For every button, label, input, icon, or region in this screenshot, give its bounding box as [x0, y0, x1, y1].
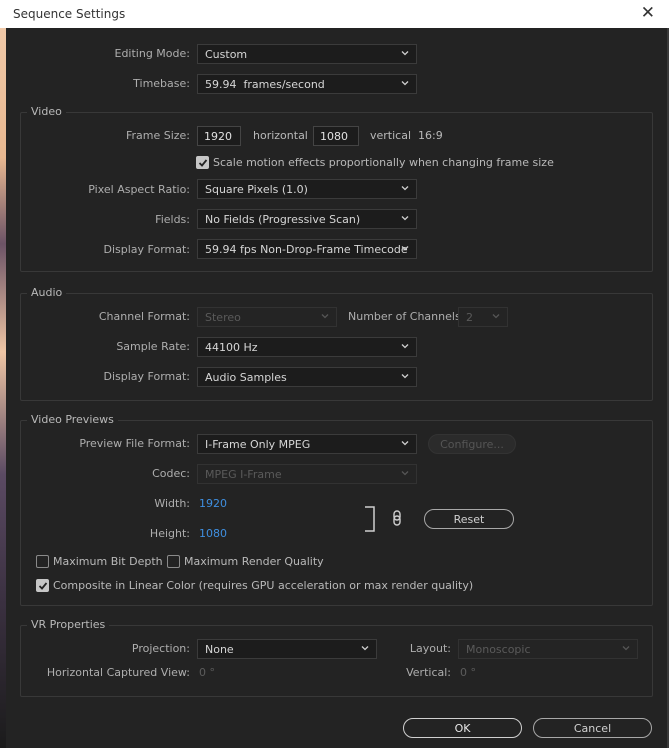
layout-dropdown[interactable]: Monoscopic: [458, 639, 638, 659]
chevron-down-icon: [492, 314, 500, 319]
par-dropdown[interactable]: Square Pixels (1.0): [197, 179, 417, 199]
timebase-value: 59.94 frames/second: [205, 78, 325, 91]
scale-motion-checkbox[interactable]: [196, 156, 209, 169]
chevron-down-icon: [401, 186, 409, 191]
timebase-dropdown[interactable]: 59.94 frames/second: [197, 74, 417, 94]
vr-properties-group-title: VR Properties: [27, 618, 110, 631]
preview-file-format-dropdown[interactable]: I-Frame Only MPEG: [197, 434, 417, 454]
channel-format-dropdown[interactable]: Stereo: [197, 307, 337, 327]
close-icon[interactable]: ✕: [641, 3, 655, 23]
chevron-down-icon: [401, 51, 409, 56]
channel-format-value: Stereo: [205, 311, 241, 324]
preview-file-format-label: Preview File Format:: [79, 437, 190, 450]
num-channels-dropdown[interactable]: 2: [458, 307, 508, 327]
vr-properties-group: [20, 625, 653, 697]
fields-label: Fields:: [155, 213, 190, 226]
codec-value: MPEG I-Frame: [205, 468, 282, 481]
video-previews-group-title: Video Previews: [27, 413, 118, 426]
preview-file-format-value: I-Frame Only MPEG: [205, 438, 311, 451]
editing-mode-dropdown[interactable]: Custom: [197, 44, 417, 64]
scale-motion-label: Scale motion effects proportionally when…: [213, 156, 554, 169]
max-render-quality-label: Maximum Render Quality: [184, 555, 324, 568]
video-display-format-label: Display Format:: [103, 243, 190, 256]
chevron-down-icon: [401, 246, 409, 251]
projection-value: None: [205, 643, 234, 656]
layout-value: Monoscopic: [466, 643, 531, 656]
chain-link-icon[interactable]: [392, 510, 402, 526]
video-group-title: Video: [27, 105, 66, 118]
video-display-format-value: 59.94 fps Non-Drop-Frame Timecode: [205, 243, 408, 256]
preview-width-label: Width:: [154, 497, 190, 510]
audio-display-format-dropdown[interactable]: Audio Samples: [197, 367, 417, 387]
link-bracket-icon: [365, 506, 375, 532]
vr-vertical-label: Vertical:: [406, 666, 451, 679]
audio-group-title: Audio: [27, 286, 67, 299]
chevron-down-icon: [401, 374, 409, 379]
preview-height-value[interactable]: 1080: [199, 527, 227, 540]
fields-value: No Fields (Progressive Scan): [205, 213, 361, 226]
audio-display-format-value: Audio Samples: [205, 371, 287, 384]
par-label: Pixel Aspect Ratio:: [88, 183, 190, 196]
aspect-ratio-readout: 16:9: [418, 129, 443, 142]
chevron-down-icon: [401, 441, 409, 446]
sample-rate-value: 44100 Hz: [205, 341, 258, 354]
ok-button[interactable]: OK: [403, 718, 522, 738]
cancel-button[interactable]: Cancel: [533, 718, 652, 738]
window-title: Sequence Settings: [13, 7, 126, 21]
vr-vertical-value[interactable]: 0 °: [460, 666, 476, 679]
chevron-down-icon: [401, 344, 409, 349]
preview-height-label: Height:: [149, 527, 190, 540]
sample-rate-label: Sample Rate:: [116, 340, 190, 353]
chevron-down-icon: [321, 314, 329, 319]
title-bar: Sequence Settings ✕: [0, 0, 669, 28]
chevron-down-icon: [401, 471, 409, 476]
checkmark-icon: [38, 582, 48, 590]
frame-height-input[interactable]: 1080: [313, 126, 359, 146]
video-display-format-dropdown[interactable]: 59.94 fps Non-Drop-Frame Timecode: [197, 239, 417, 259]
projection-dropdown[interactable]: None: [197, 639, 377, 659]
timebase-label: Timebase:: [133, 77, 190, 90]
chevron-down-icon: [401, 216, 409, 221]
max-bit-depth-label: Maximum Bit Depth: [53, 555, 163, 568]
horizontal-captured-view-label: Horizontal Captured View:: [46, 666, 190, 679]
par-value: Square Pixels (1.0): [205, 183, 308, 196]
frame-size-label: Frame Size:: [125, 129, 190, 142]
layout-label: Layout:: [409, 642, 451, 655]
editing-mode-value: Custom: [205, 48, 248, 61]
codec-dropdown[interactable]: MPEG I-Frame: [197, 464, 417, 484]
frame-width-input[interactable]: 1920: [197, 126, 241, 146]
sample-rate-dropdown[interactable]: 44100 Hz: [197, 337, 417, 357]
chevron-down-icon: [401, 81, 409, 86]
linear-color-label: Composite in Linear Color (requires GPU …: [53, 579, 474, 592]
channel-format-label: Channel Format:: [98, 310, 190, 323]
configure-button[interactable]: Configure...: [428, 434, 516, 454]
num-channels-value: 2: [466, 311, 473, 324]
max-render-quality-checkbox[interactable]: [167, 555, 180, 568]
chevron-down-icon: [361, 646, 369, 651]
background-window-strip: [0, 28, 6, 748]
preview-width-value[interactable]: 1920: [199, 497, 227, 510]
horizontal-captured-view-value[interactable]: 0 °: [199, 666, 215, 679]
linear-color-checkbox[interactable]: [36, 579, 49, 592]
vertical-label: vertical: [370, 129, 412, 142]
horizontal-label: horizontal: [253, 129, 308, 142]
fields-dropdown[interactable]: No Fields (Progressive Scan): [197, 209, 417, 229]
audio-display-format-label: Display Format:: [103, 370, 190, 383]
chevron-down-icon: [622, 646, 630, 651]
max-bit-depth-checkbox[interactable]: [36, 555, 49, 568]
reset-button[interactable]: Reset: [424, 509, 514, 529]
codec-label: Codec:: [152, 467, 190, 480]
editing-mode-label: Editing Mode:: [114, 47, 191, 60]
checkmark-icon: [198, 159, 208, 167]
num-channels-label: Number of Channels:: [348, 310, 465, 323]
projection-label: Projection:: [131, 642, 190, 655]
